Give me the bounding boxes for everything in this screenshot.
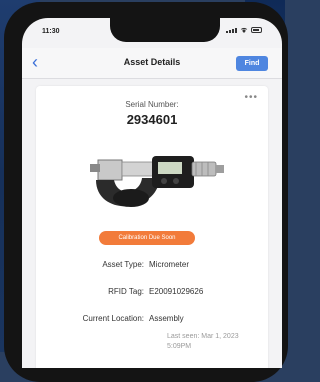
phone-frame: 11:30 ‹ Asset Details Find ••• Serial Nu… [4,2,288,382]
find-button[interactable]: Find [236,56,268,71]
field-value: Assembly [149,314,184,323]
field-value: Micrometer [149,260,190,269]
status-time: 11:30 [42,28,60,35]
last-seen-text: Last seen: Mar 1, 2023 5:09PM [167,333,239,350]
wifi-icon [240,27,248,33]
serial-number-value: 2934601 [126,112,178,127]
field-label: Current Location: [82,314,144,323]
asset-card: ••• Serial Number: 2934601 Calibration D [36,86,268,368]
field-value: E20091029626 [149,287,204,296]
battery-icon [251,27,262,33]
micrometer-image [90,156,224,207]
status-icons [226,27,262,33]
signal-icon [226,27,237,33]
serial-number-label: Serial Number: [125,100,179,109]
field-label: Asset Type: [102,260,144,269]
calibration-status-badge: Calibration Due Soon [99,231,195,245]
field-label: RFID Tag: [108,287,144,296]
phone-screen: 11:30 ‹ Asset Details Find ••• Serial Nu… [22,18,282,368]
navigation-bar: ‹ Asset Details Find [22,48,282,79]
notch [110,18,220,42]
